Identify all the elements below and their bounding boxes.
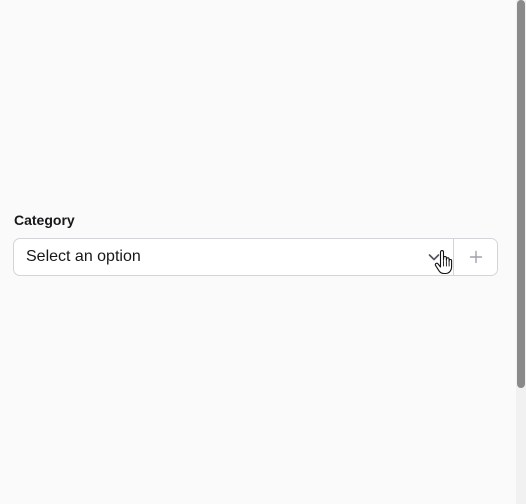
scrollbar-thumb[interactable]	[517, 0, 525, 388]
category-field: Category Select an option	[13, 211, 498, 276]
category-select[interactable]: Select an option	[14, 239, 453, 275]
add-option-button[interactable]	[453, 239, 497, 275]
vertical-scrollbar[interactable]	[516, 0, 526, 504]
page: Category Select an option	[0, 0, 526, 504]
select-placeholder: Select an option	[26, 248, 141, 265]
category-label: Category	[14, 212, 75, 228]
plus-icon	[469, 250, 483, 264]
chevron-down-icon	[427, 250, 441, 264]
category-control-group: Select an option	[13, 238, 498, 276]
